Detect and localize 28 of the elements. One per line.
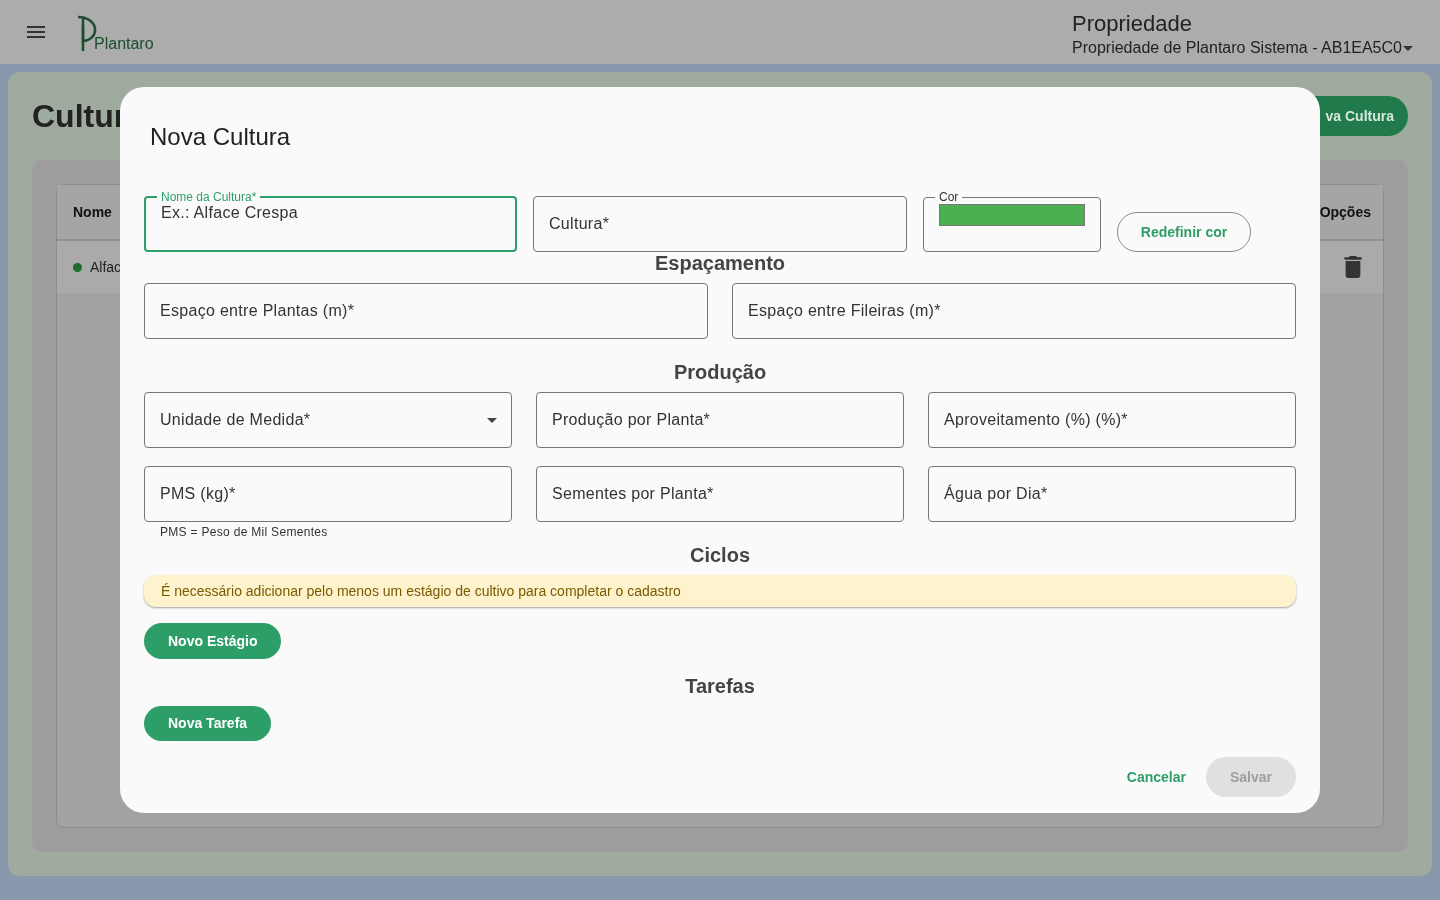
text-field[interactable]: PMS (kg)* bbox=[144, 465, 512, 522]
dialog-title: Nova Cultura bbox=[149, 122, 292, 152]
text-field[interactable]: Produção por Planta* bbox=[536, 392, 904, 448]
text-field[interactable]: Cultura* bbox=[533, 196, 907, 252]
text-field[interactable]: Sementes por Planta* bbox=[536, 465, 904, 522]
table-cell: Alfac bbox=[73, 259, 122, 275]
helper-text: PMS = Peso de Mil Sementes bbox=[159, 523, 329, 539]
section-heading: Produção bbox=[672, 361, 768, 384]
property-selector[interactable]: Propriedade de Plantaro Sistema - AB1EA5C0 bbox=[1072, 39, 1420, 57]
section-heading: Tarefas bbox=[684, 674, 756, 698]
caret-icon bbox=[487, 417, 497, 423]
page-title: Cultur bbox=[32, 97, 127, 135]
property-title: Propriedade bbox=[1072, 11, 1193, 37]
column-header: Nome bbox=[73, 204, 112, 220]
select-field[interactable]: Unidade de Medida* bbox=[144, 392, 512, 448]
text-field[interactable]: Espaço entre Fileiras (m)* bbox=[732, 283, 1296, 339]
section-heading: Ciclos bbox=[689, 543, 751, 567]
text-field[interactable]: Espaço entre Plantas (m)* bbox=[144, 283, 708, 339]
text-field[interactable]: Nome da Cultura* Ex.: Alface Crespa bbox=[144, 190, 517, 252]
text-field[interactable]: Aproveitamento (%) (%)* bbox=[928, 392, 1296, 448]
caret-icon bbox=[1402, 45, 1413, 51]
text-field[interactable]: Água por Dia* bbox=[928, 465, 1296, 522]
section-heading: Espaçamento bbox=[653, 252, 787, 275]
warning-alert: É necessário adicionar pelo menos um estágio de cultivo para completar o cadastro bbox=[144, 574, 1296, 608]
trash-icon[interactable] bbox=[1343, 256, 1363, 278]
logo-text: Plantaro bbox=[94, 35, 154, 53]
column-header: Opções bbox=[1319, 204, 1371, 220]
color-field[interactable]: Cor bbox=[923, 190, 1101, 252]
